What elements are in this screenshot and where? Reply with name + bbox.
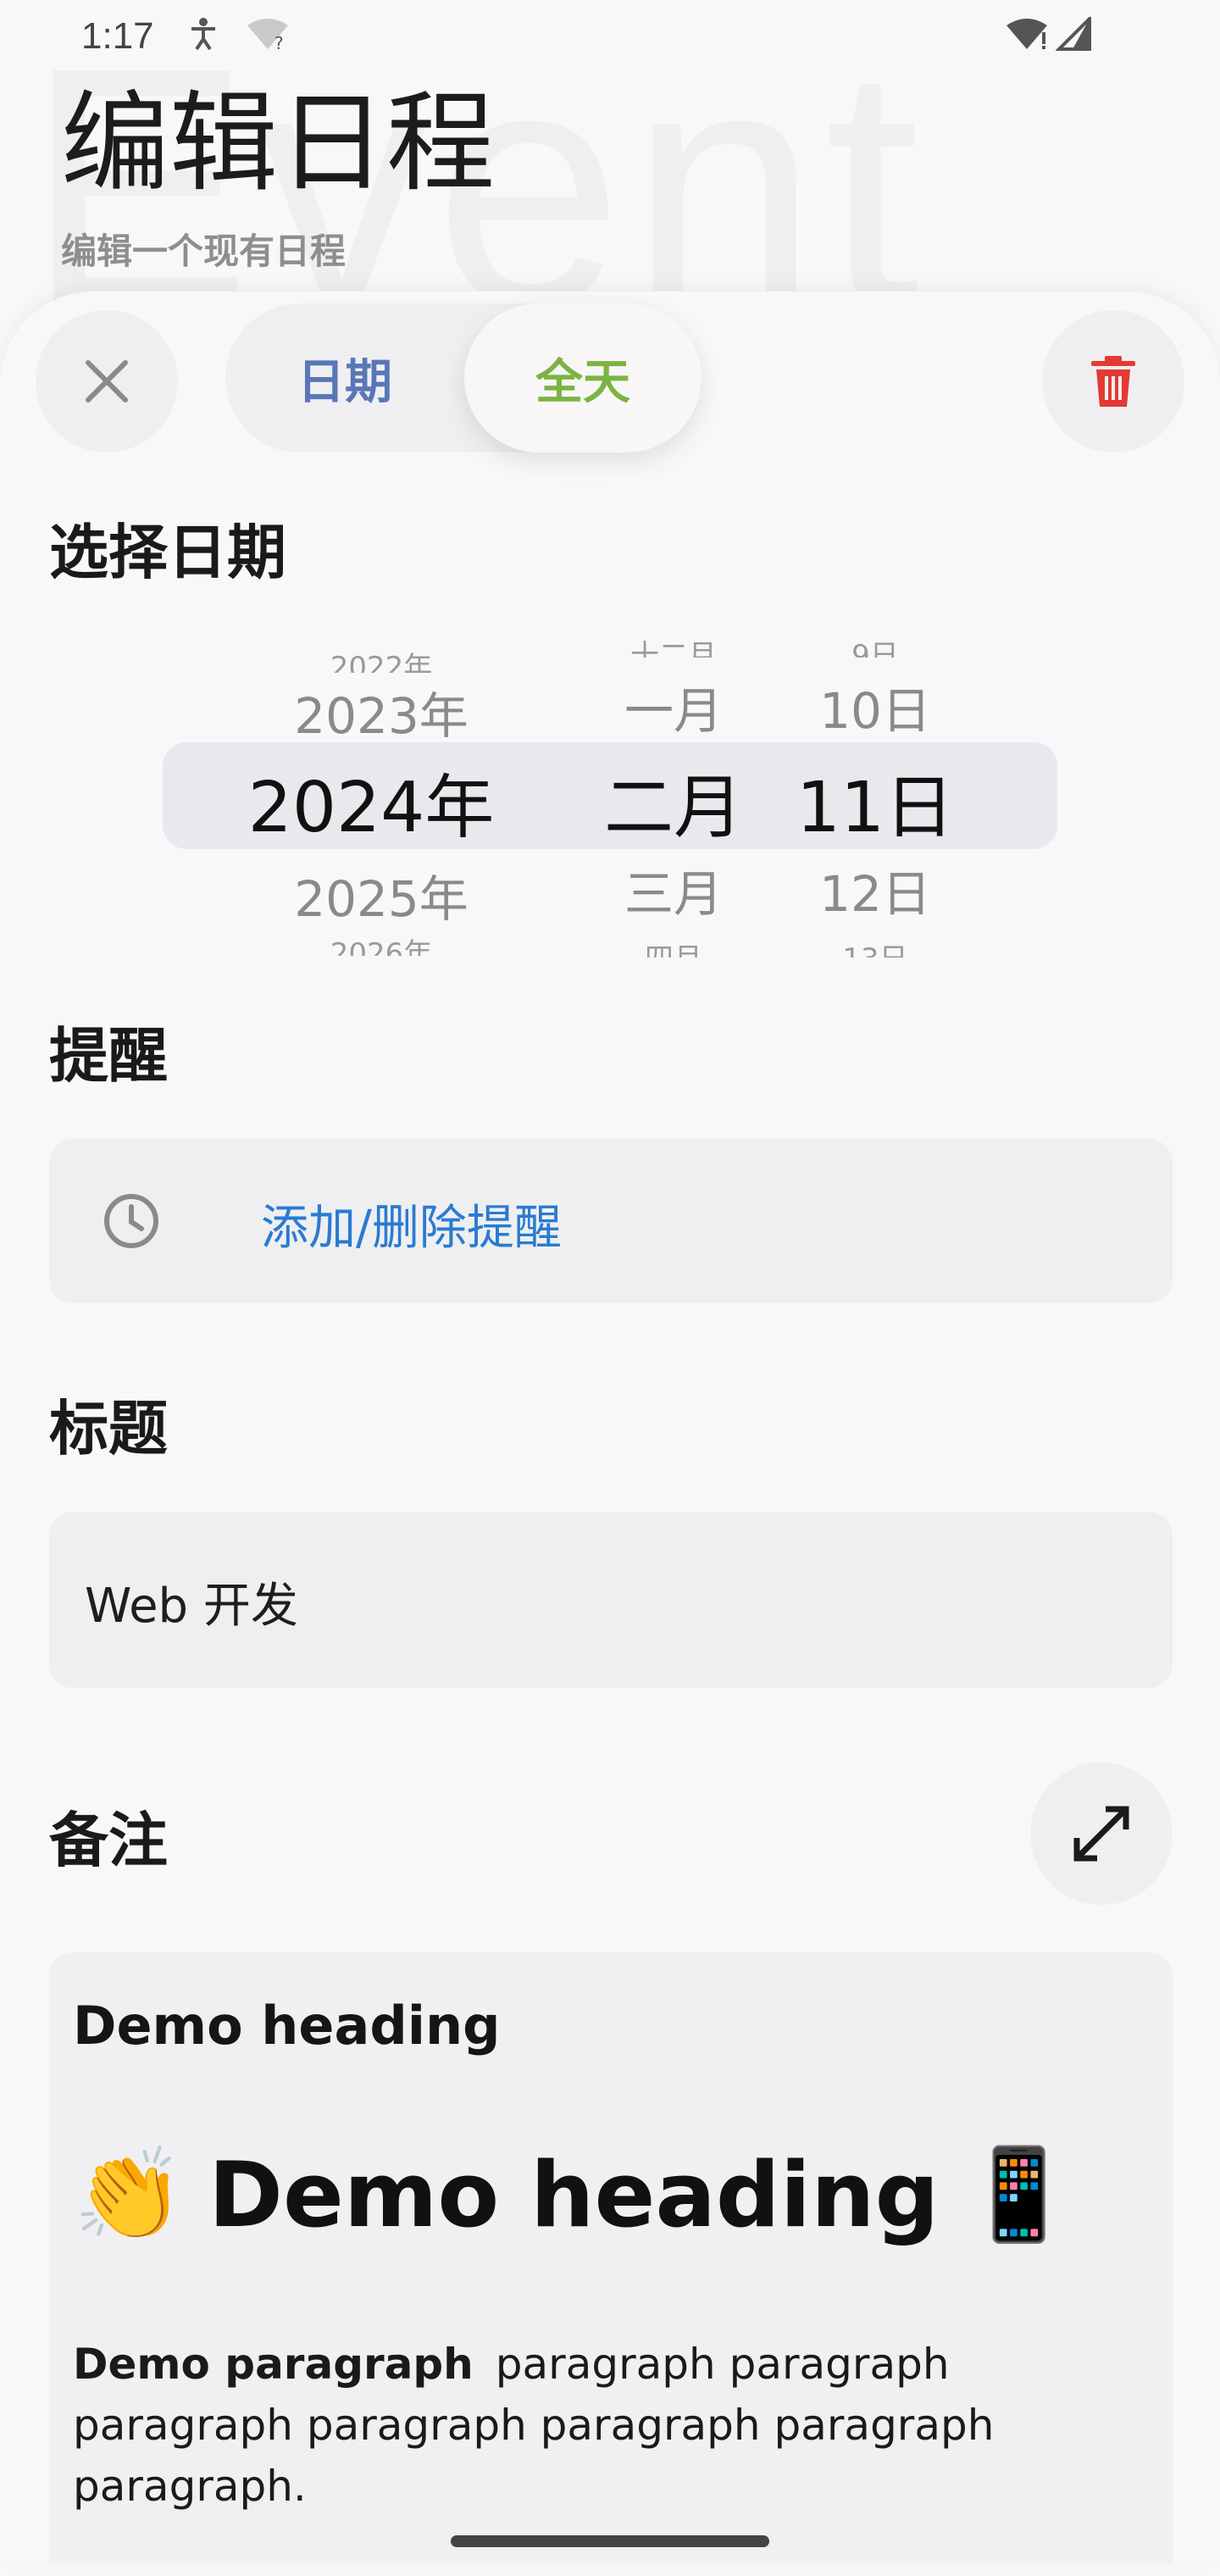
close-button[interactable] (36, 310, 178, 452)
clapping-hands-emoji: 👏 (73, 2142, 185, 2246)
clock-icon (104, 1194, 158, 1248)
notes-heading-large: 👏 Demo heading 📱 (73, 2142, 1074, 2247)
expand-notes-button[interactable] (1030, 1763, 1173, 1905)
notes-paragraph: Demo paragraph paragraph paragraph paragr… (73, 2334, 1123, 2517)
date-picker[interactable]: 2022年 2023年 2024年 2025年 2026年 十二月 一月 二月 … (0, 639, 1220, 990)
tab-all-day[interactable]: 全天 (464, 303, 702, 452)
home-indicator[interactable] (451, 2535, 769, 2547)
month-option[interactable]: 三月 (576, 854, 771, 925)
date-section-title: 选择日期 (49, 518, 286, 587)
year-option[interactable]: 2025年 (254, 859, 508, 930)
signal-icon (1055, 14, 1093, 59)
title-input-value: Web 开发 (85, 1579, 298, 1634)
expand-icon (1073, 1806, 1129, 1862)
status-time: 1:17 (81, 15, 154, 57)
page-subtitle: 编辑一个现有日程 (61, 230, 347, 272)
accessibility-icon (188, 17, 219, 59)
notes-section-title: 备注 (49, 1806, 168, 1875)
trash-icon (1091, 356, 1135, 407)
month-option[interactable]: 一月 (576, 671, 771, 742)
svg-text:?: ? (274, 33, 284, 51)
day-option-selected[interactable]: 11日 (795, 751, 956, 852)
day-option[interactable]: 12日 (795, 854, 956, 925)
date-mode-toggle: 日期 全天 (225, 303, 702, 452)
reminder-label: 添加/删除提醒 (261, 1201, 562, 1256)
status-bar: 1:17 ? (0, 0, 1220, 76)
notes-heading-small: Demo heading (73, 1995, 501, 2057)
page-header: 编辑日程 编辑一个现有日程 (61, 80, 496, 275)
page-title: 编辑日程 (61, 80, 496, 207)
notes-paragraph-bold: Demo paragraph (73, 2340, 474, 2389)
month-option[interactable]: 四月 (576, 935, 771, 958)
month-option-selected[interactable]: 二月 (576, 751, 771, 852)
year-option[interactable]: 2023年 (254, 676, 508, 747)
day-option[interactable]: 10日 (795, 671, 956, 742)
title-section-title: 标题 (49, 1394, 168, 1463)
wifi-alert-icon (1005, 17, 1052, 59)
mobile-phone-emoji: 📱 (962, 2142, 1075, 2246)
year-option[interactable]: 2026年 (254, 930, 508, 956)
wifi-question-icon: ? (246, 17, 293, 59)
month-option[interactable]: 十二月 (576, 632, 771, 658)
day-option[interactable]: 9日 (795, 632, 956, 658)
reminder-section-title: 提醒 (49, 1021, 168, 1091)
tab-date[interactable]: 日期 (225, 303, 464, 452)
reminder-button[interactable]: 添加/删除提醒 (49, 1139, 1173, 1303)
edit-sheet: 日期 全天 选择日期 2022年 2023年 2024年 2025年 2026年… (0, 291, 1220, 2562)
notes-heading-large-text: Demo heading (208, 2142, 940, 2247)
close-icon (86, 360, 128, 402)
title-input[interactable]: Web 开发 (49, 1512, 1173, 1688)
year-option-selected[interactable]: 2024年 (244, 751, 498, 852)
year-option[interactable]: 2022年 (254, 644, 508, 673)
day-option[interactable]: 13日 (795, 935, 956, 958)
top-toolbar: 日期 全天 (0, 291, 1220, 469)
delete-button[interactable] (1042, 310, 1184, 452)
notes-editor[interactable]: Demo heading 👏 Demo heading 📱 Demo parag… (49, 1952, 1173, 2562)
